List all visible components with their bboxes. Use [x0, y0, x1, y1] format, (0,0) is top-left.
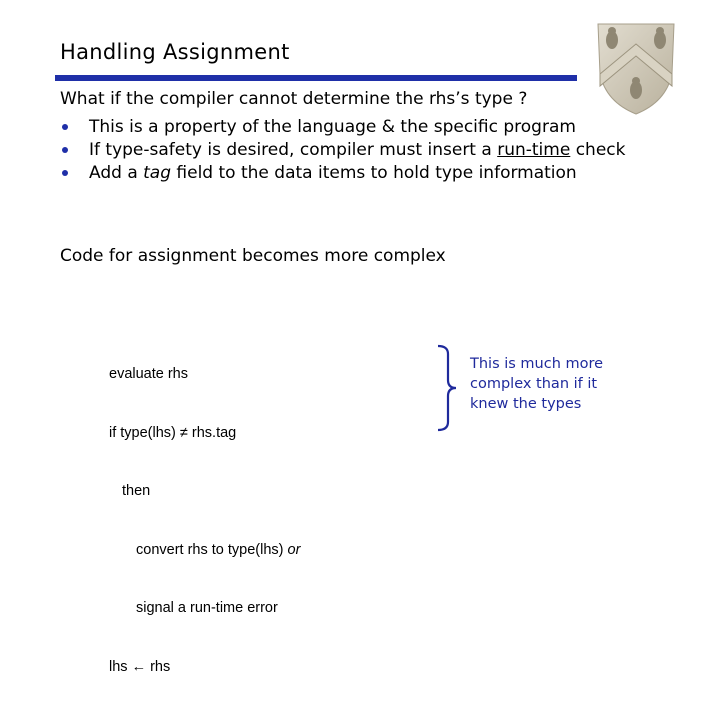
annotation-note: This is much more complex than if it kne…	[470, 354, 603, 414]
bullet-text: If type-safety is desired, compiler must…	[89, 140, 498, 160]
code-text: if type(lhs)	[109, 424, 180, 441]
intro-question: What if the compiler cannot determine th…	[60, 89, 528, 109]
not-equal-symbol: ≠	[179, 424, 188, 441]
code-text: rhs.tag	[187, 424, 237, 441]
bullet-text: field to the data items to hold type inf…	[171, 163, 577, 183]
bullet-text: Add a	[89, 163, 144, 183]
subheading: Code for assignment becomes more complex	[60, 246, 446, 266]
bullet-text: This is a property of the language & the…	[89, 117, 576, 137]
code-text: rhs	[146, 658, 171, 675]
code-keyword-or: or	[287, 541, 301, 558]
bullet-item: This is a property of the language & the…	[60, 116, 669, 139]
code-text: lhs	[109, 658, 132, 675]
bullet-dot-icon	[62, 170, 68, 176]
bullet-item: If type-safety is desired, compiler must…	[60, 139, 669, 162]
note-line: This is much more	[470, 356, 604, 372]
code-line: convert rhs to type(lhs) or	[109, 541, 300, 561]
bullet-text: check	[570, 140, 626, 160]
code-line: signal a run-time error	[136, 600, 278, 616]
code-line: evaluate rhs	[109, 366, 188, 382]
slide-title: Handling Assignment	[60, 40, 290, 64]
right-curly-brace-icon	[437, 344, 457, 432]
university-crest-icon	[597, 23, 675, 115]
code-line: then	[122, 483, 151, 499]
note-line: knew the types	[470, 396, 582, 412]
title-underline-rule	[55, 75, 577, 81]
code-line: lhs ← rhs	[109, 658, 300, 678]
code-line: if type(lhs) ≠ rhs.tag	[109, 424, 300, 444]
left-arrow-icon: ←	[131, 658, 147, 675]
bullet-list: This is a property of the language & the…	[60, 116, 669, 185]
bullet-dot-icon	[62, 147, 68, 153]
bullet-dot-icon	[62, 124, 68, 130]
note-line: complex than if it	[470, 376, 598, 392]
bullet-emphasis-runtime: run-time	[497, 140, 571, 160]
code-text: convert rhs to type(lhs)	[136, 541, 288, 558]
bullet-item: Add a tag field to the data items to hol…	[60, 162, 669, 185]
bullet-emphasis-tag: tag	[143, 163, 172, 183]
pseudocode-block: evaluate rhs if type(lhs) ≠ rhs.tag then…	[109, 326, 300, 716]
